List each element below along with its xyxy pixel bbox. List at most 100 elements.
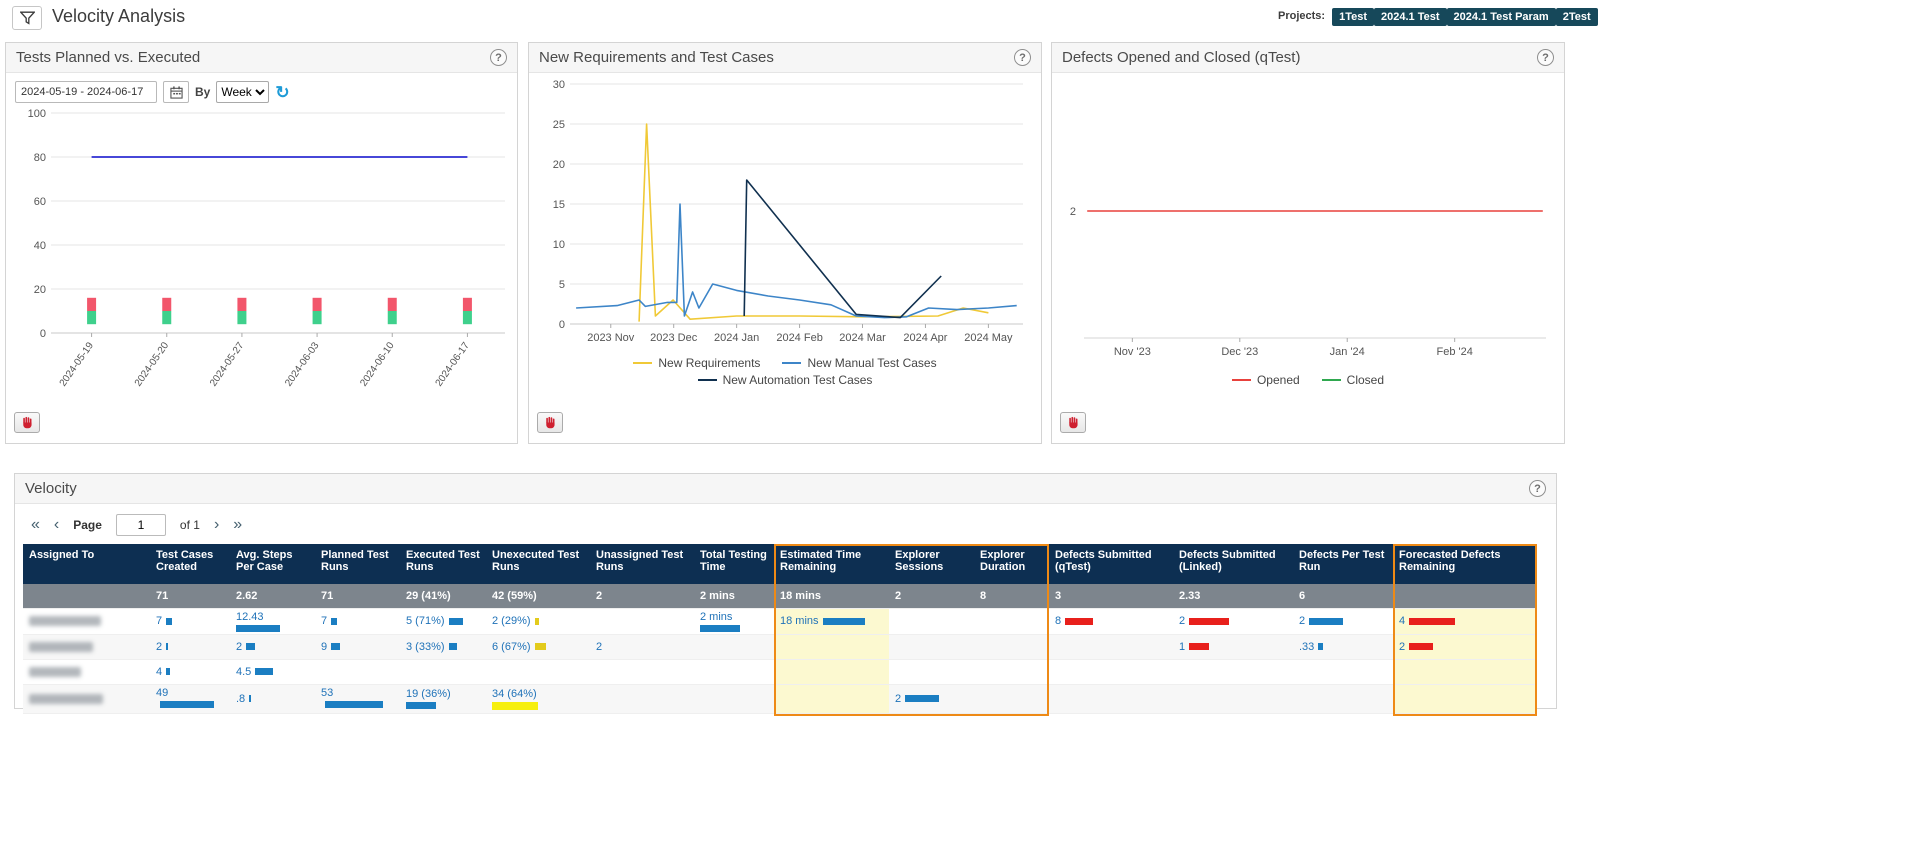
column-header-planned[interactable]: Planned Test Runs: [315, 544, 400, 584]
svg-text:2024-06-17: 2024-06-17: [434, 340, 473, 389]
cell-value[interactable]: 49: [156, 687, 168, 699]
project-badge-2024-1-test-param[interactable]: 2024.1 Test Param: [1447, 8, 1556, 26]
help-icon[interactable]: ?: [1537, 49, 1554, 66]
cell-value[interactable]: 9: [321, 641, 327, 653]
cell-value[interactable]: 2: [1179, 615, 1185, 627]
last-page-button[interactable]: »: [233, 517, 242, 533]
column-header-def_qtest[interactable]: Defects Submitted (qTest): [1049, 544, 1173, 584]
project-badge-2024-1-test[interactable]: 2024.1 Test: [1374, 8, 1447, 26]
cell-unassigned: [590, 659, 694, 684]
cell-value[interactable]: 2: [156, 641, 162, 653]
cell-value[interactable]: 6 (67%): [492, 641, 531, 653]
svg-text:2023 Dec: 2023 Dec: [650, 332, 698, 343]
projects-bar: Projects: 1Test2024.1 Test2024.1 Test Pa…: [1278, 7, 1598, 25]
date-range-input[interactable]: [15, 81, 157, 103]
column-header-unexecuted[interactable]: Unexecuted Test Runs: [486, 544, 590, 584]
column-header-executed[interactable]: Executed Test Runs: [400, 544, 486, 584]
cell-tcc: 4: [150, 659, 230, 684]
cell-value: 8: [980, 590, 986, 602]
legend-marker: [1322, 379, 1341, 381]
calendar-button[interactable]: [163, 81, 189, 103]
project-badge-2test[interactable]: 2Test: [1556, 8, 1598, 26]
column-header-def_linked[interactable]: Defects Submitted (Linked): [1173, 544, 1293, 584]
column-header-total_time[interactable]: Total Testing Time: [694, 544, 774, 584]
column-header-duration[interactable]: Explorer Duration: [974, 544, 1049, 584]
prev-page-button[interactable]: ‹: [54, 517, 59, 533]
cell-value[interactable]: 53: [321, 687, 333, 699]
filter-button[interactable]: [12, 6, 42, 30]
column-header-avg[interactable]: Avg. Steps Per Case: [230, 544, 315, 584]
project-badge-1test[interactable]: 1Test: [1332, 8, 1374, 26]
legend-marker: [782, 362, 801, 364]
help-icon[interactable]: ?: [1014, 49, 1031, 66]
cell-value[interactable]: 2 (29%): [492, 615, 531, 627]
cell-value[interactable]: 7: [321, 615, 327, 627]
cell-value[interactable]: 2: [236, 641, 242, 653]
cell-value[interactable]: 2: [596, 641, 602, 653]
executed-bar: [463, 311, 472, 324]
svg-text:0: 0: [559, 319, 565, 331]
cell-value[interactable]: 34 (64%): [492, 688, 537, 700]
interval-select[interactable]: Week: [216, 81, 269, 103]
column-header-tcc[interactable]: Test Cases Created: [150, 544, 230, 584]
hand-icon-button[interactable]: [1060, 412, 1086, 433]
cell-est_remaining: [774, 684, 889, 713]
cell-value[interactable]: 2: [1399, 641, 1405, 653]
column-header-sessions[interactable]: Explorer Sessions: [889, 544, 974, 584]
cell-tcc: 49: [150, 684, 230, 713]
tests-planned-chart-area: 0204060801002024-05-192024-05-202024-05-…: [6, 103, 517, 406]
column-header-forecast[interactable]: Forecasted Defects Remaining: [1393, 544, 1537, 584]
cell-planned: [315, 659, 400, 684]
cell-value[interactable]: 2 mins: [700, 611, 732, 623]
cell-value[interactable]: 18 mins: [780, 615, 819, 627]
refresh-button[interactable]: ↻: [275, 84, 289, 101]
cell-value[interactable]: .33: [1299, 641, 1314, 653]
cell-value[interactable]: 7: [156, 615, 162, 627]
svg-text:5: 5: [559, 279, 565, 291]
cell-value[interactable]: 8: [1055, 615, 1061, 627]
legend-item[interactable]: Opened: [1232, 373, 1300, 387]
cell-bar: [535, 643, 546, 650]
summary-cell-total_time: 2 mins: [694, 584, 774, 608]
cell-value: 71: [156, 590, 168, 602]
legend-label: Closed: [1347, 373, 1384, 387]
panel-tests-planned-vs-executed: Tests Planned vs. Executed ? By Week ↻ 0…: [5, 42, 518, 444]
hand-icon-button[interactable]: [14, 412, 40, 433]
requirements-chart: 0510152025302023 Nov2023 Dec2024 Jan2024…: [531, 75, 1036, 343]
legend-item[interactable]: New Automation Test Cases: [698, 373, 873, 387]
cell-def_qtest: [1049, 659, 1173, 684]
cell-value[interactable]: 12.43: [236, 611, 264, 623]
cell-value[interactable]: 4: [156, 666, 162, 678]
cell-value[interactable]: 19 (36%): [406, 688, 451, 700]
cell-value[interactable]: 5 (71%): [406, 615, 445, 627]
cell-value[interactable]: 1: [1179, 641, 1185, 653]
assignee-name-redacted: [29, 616, 101, 626]
cell-def_per_run: [1293, 659, 1393, 684]
legend-item[interactable]: New Requirements: [633, 356, 760, 370]
cell-value[interactable]: 2: [895, 693, 901, 705]
svg-text:10: 10: [553, 239, 565, 251]
cell-value[interactable]: 2: [1299, 615, 1305, 627]
page-number-input[interactable]: [116, 514, 166, 536]
next-page-button[interactable]: ›: [214, 517, 219, 533]
help-icon[interactable]: ?: [1529, 480, 1546, 497]
cell-value[interactable]: 4.5: [236, 666, 251, 678]
cell-bar: [1189, 643, 1209, 650]
cell-value[interactable]: .8: [236, 693, 245, 705]
legend-marker: [633, 362, 652, 364]
cell-bar: [166, 643, 168, 650]
legend-item[interactable]: New Manual Test Cases: [782, 356, 936, 370]
hand-icon-button[interactable]: [537, 412, 563, 433]
column-header-unassigned[interactable]: Unassigned Test Runs: [590, 544, 694, 584]
svg-text:80: 80: [34, 152, 46, 164]
cell-est_remaining: 18 mins: [774, 608, 889, 634]
column-header-def_per_run[interactable]: Defects Per Test Run: [1293, 544, 1393, 584]
help-icon[interactable]: ?: [490, 49, 507, 66]
column-header-name[interactable]: Assigned To: [23, 544, 150, 584]
legend-item[interactable]: Closed: [1322, 373, 1384, 387]
page-title: Velocity Analysis: [52, 6, 185, 27]
first-page-button[interactable]: «: [31, 517, 40, 533]
cell-value[interactable]: 4: [1399, 615, 1405, 627]
cell-value[interactable]: 3 (33%): [406, 641, 445, 653]
column-header-est_remaining[interactable]: Estimated Time Remaining: [774, 544, 889, 584]
